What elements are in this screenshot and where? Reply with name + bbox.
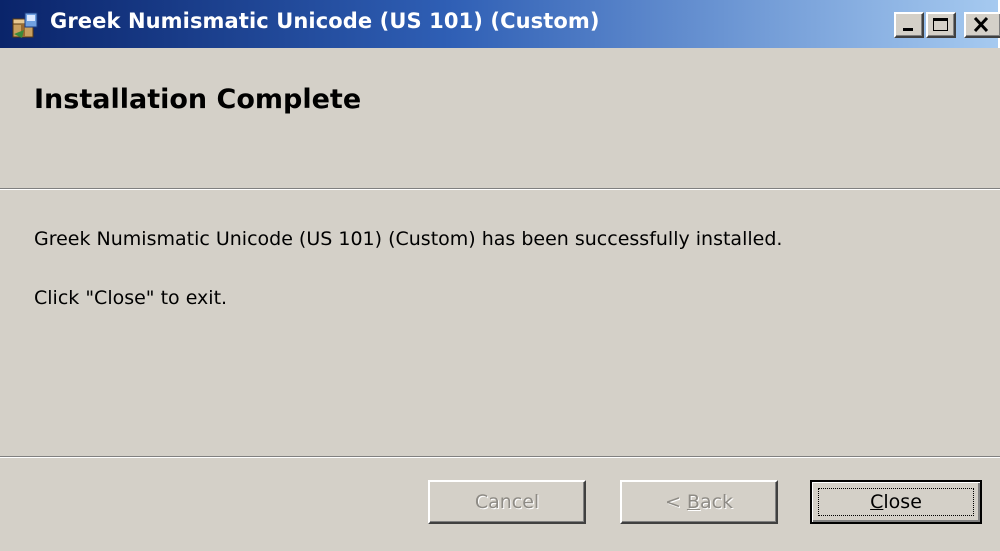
window-title: Greek Numismatic Unicode (US 101) (Custo…	[50, 9, 600, 33]
cancel-button-label: Cancel	[474, 491, 540, 513]
close-window-button[interactable]	[964, 12, 1000, 38]
installer-window: Greek Numismatic Unicode (US 101) (Custo…	[0, 0, 1000, 551]
close-button-label: Close	[870, 491, 922, 513]
installer-icon	[10, 10, 40, 40]
cancel-button[interactable]: Cancel	[428, 480, 586, 524]
maximize-icon	[933, 18, 948, 31]
success-message: Greek Numismatic Unicode (US 101) (Custo…	[34, 228, 783, 250]
header-divider	[0, 188, 1000, 190]
minimize-button[interactable]	[894, 12, 924, 38]
back-button-label: < Back	[664, 491, 734, 513]
minimize-icon	[903, 28, 913, 31]
page-title: Installation Complete	[34, 84, 362, 115]
close-button[interactable]: Close	[810, 480, 982, 524]
title-bar[interactable]: Greek Numismatic Unicode (US 101) (Custo…	[0, 0, 1000, 48]
maximize-button[interactable]	[926, 12, 956, 38]
exit-instruction: Click "Close" to exit.	[34, 287, 228, 309]
back-button[interactable]: < Back	[620, 480, 778, 524]
header-panel: Installation Complete	[0, 48, 1000, 188]
footer-divider	[0, 456, 1000, 458]
close-icon	[973, 16, 989, 33]
